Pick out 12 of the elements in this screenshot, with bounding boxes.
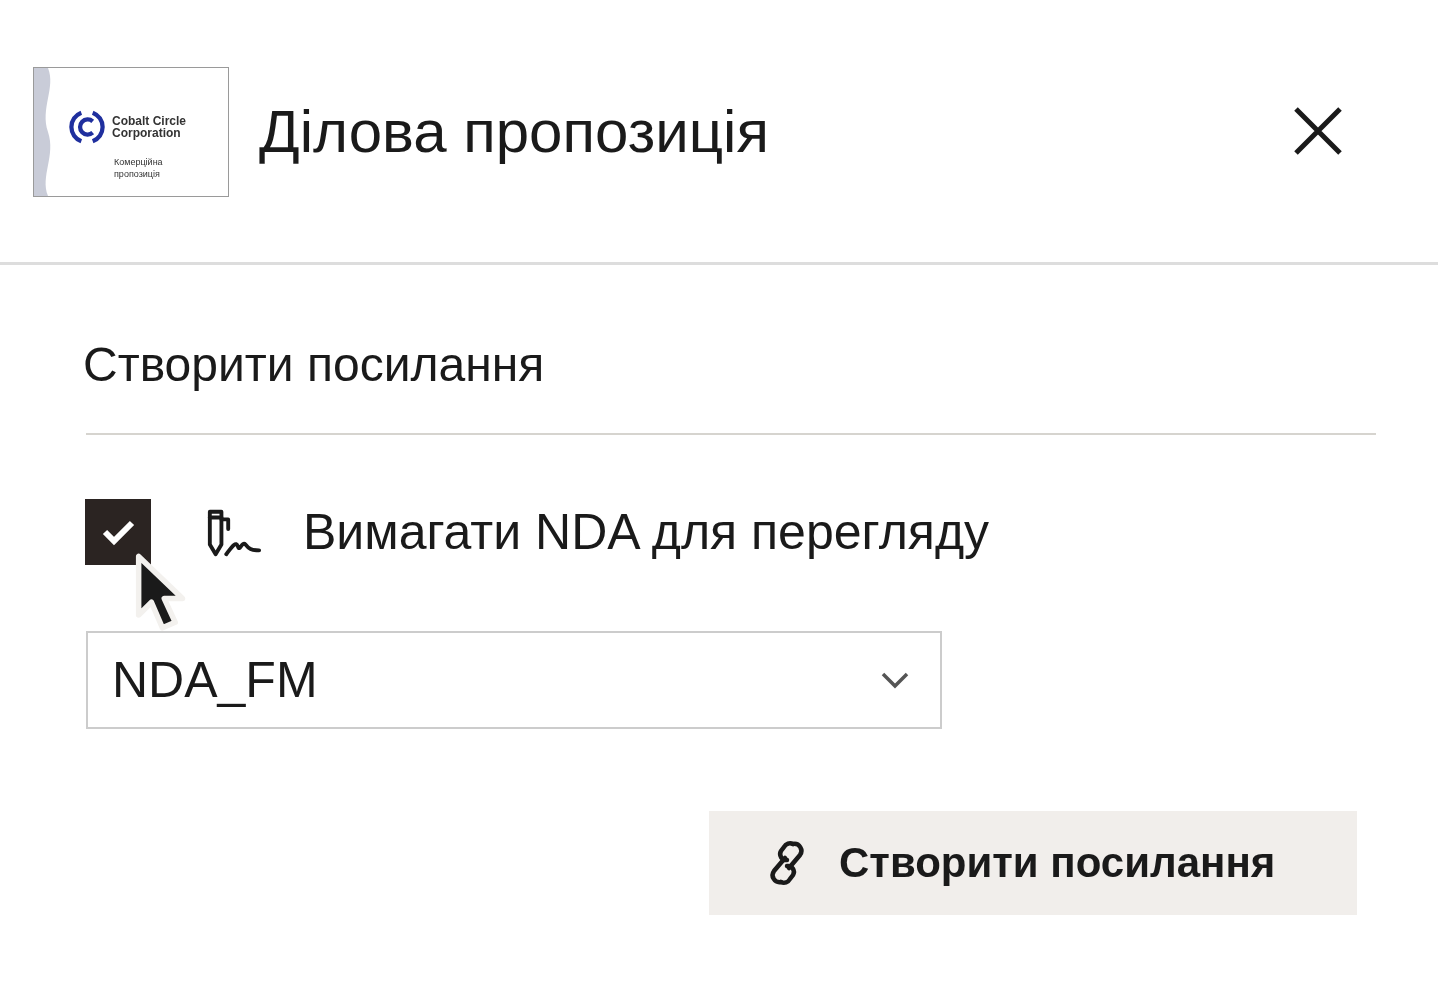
close-icon[interactable]: [1293, 106, 1343, 156]
circle-logo-icon: [68, 108, 106, 146]
section-title: Створити посилання: [83, 337, 546, 393]
company-name: Cobalt Circle Corporation: [112, 115, 186, 139]
option-label: Вимагати NDA для перегляду: [303, 503, 990, 561]
link-icon: [767, 838, 807, 888]
document-subtitle: Комерційна пропозиція: [114, 156, 164, 180]
dialog-title: Ділова пропозиція: [259, 96, 770, 166]
chevron-down-icon: [880, 671, 910, 689]
checkbox[interactable]: [85, 499, 151, 565]
create-link-button[interactable]: Створити посилання: [709, 811, 1357, 915]
nda-dropdown[interactable]: NDA_FM: [86, 631, 942, 729]
